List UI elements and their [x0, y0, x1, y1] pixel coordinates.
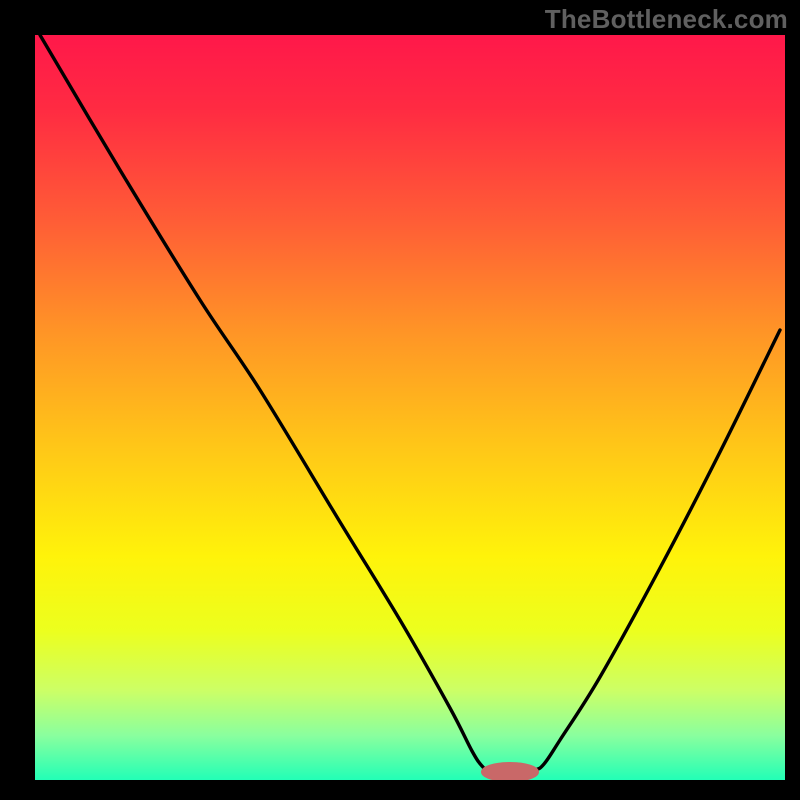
optimum-marker: [482, 763, 538, 781]
bottleneck-chart: [0, 0, 800, 800]
chart-frame: TheBottleneck.com: [0, 0, 800, 800]
gradient-background: [35, 35, 785, 780]
watermark-text: TheBottleneck.com: [545, 4, 788, 35]
